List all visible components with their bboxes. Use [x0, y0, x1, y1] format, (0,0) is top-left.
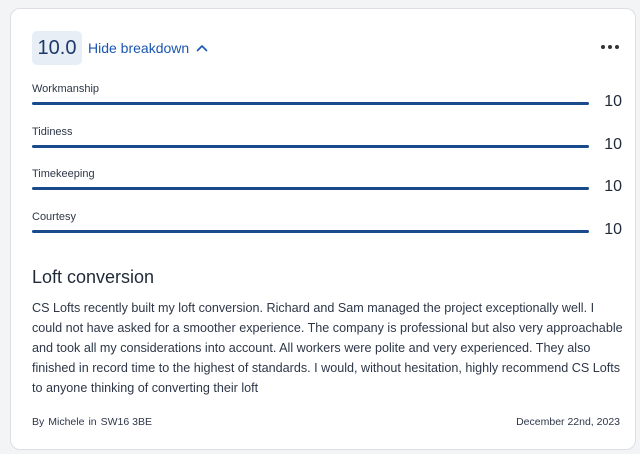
- rating-row-workmanship: Workmanship 10: [32, 83, 622, 123]
- hide-breakdown-toggle[interactable]: Hide breakdown: [88, 37, 209, 59]
- rating-value: 10: [604, 93, 622, 110]
- rating-bar-fill: [32, 102, 589, 105]
- review-author-line: By Michele in SW16 3BE: [32, 416, 152, 428]
- rating-label: Tidiness: [32, 126, 73, 138]
- overall-score: 10.0: [37, 36, 77, 59]
- rating-row-timekeeping: Timekeeping 10: [32, 168, 622, 208]
- review-date: December 22nd, 2023: [516, 416, 620, 428]
- review-card: 10.0 Hide breakdown Workmanship 10 Tidin…: [10, 8, 636, 450]
- author-location: SW16 3BE: [100, 416, 152, 428]
- rating-row-courtesy: Courtesy 10: [32, 211, 622, 251]
- rating-label: Courtesy: [32, 211, 77, 223]
- rating-bar-track: [32, 187, 589, 190]
- rating-bar-track: [32, 102, 589, 105]
- rating-value: 10: [604, 136, 622, 153]
- rating-label: Workmanship: [32, 83, 100, 95]
- rating-bar-fill: [32, 145, 589, 148]
- toggle-label: Hide breakdown: [88, 40, 190, 56]
- location-prefix: in: [88, 416, 97, 428]
- chevron-up-icon: [195, 41, 209, 55]
- rating-value: 10: [604, 178, 622, 195]
- rating-row-tidiness: Tidiness 10: [32, 126, 622, 166]
- review-title: Loft conversion: [32, 267, 155, 287]
- rating-bar-fill: [32, 230, 589, 233]
- rating-bar-fill: [32, 187, 589, 190]
- review-body: CS Lofts recently built my loft conversi…: [32, 301, 623, 395]
- rating-bar-track: [32, 145, 589, 148]
- author-name: Michele: [48, 416, 85, 428]
- overall-score-badge: 10.0: [32, 31, 82, 65]
- author-prefix: By: [32, 416, 45, 428]
- rating-bar-track: [32, 230, 589, 233]
- more-horizontal-icon: [601, 45, 605, 49]
- more-options-button[interactable]: [599, 39, 621, 55]
- rating-value: 10: [604, 221, 622, 238]
- rating-label: Timekeeping: [32, 168, 95, 180]
